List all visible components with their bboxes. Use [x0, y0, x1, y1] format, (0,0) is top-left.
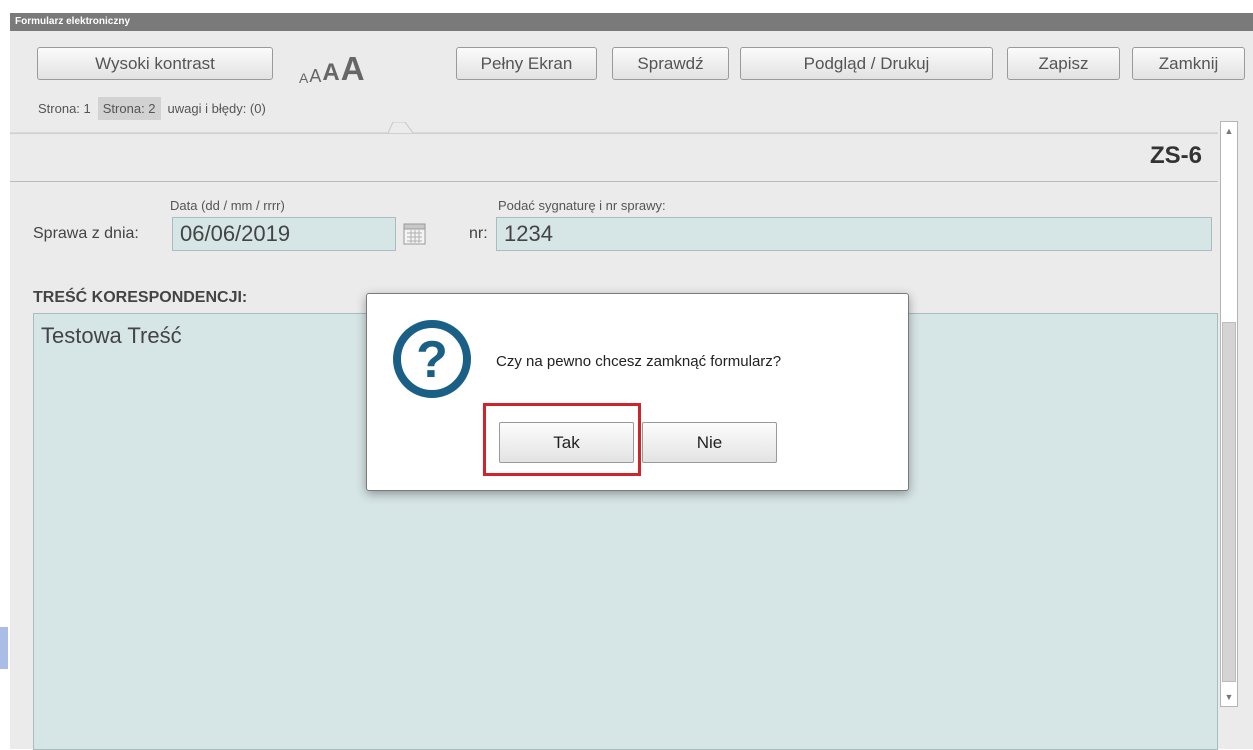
- font-size-small-button[interactable]: A: [299, 71, 308, 85]
- tab-page-2[interactable]: Strona: 2: [97, 97, 161, 120]
- no-button[interactable]: Nie: [642, 422, 777, 463]
- font-size-xlarge-button[interactable]: A: [341, 52, 365, 85]
- yes-button-highlight: [483, 403, 641, 476]
- nr-label: nr:: [469, 225, 488, 242]
- signature-hint: Podać sygnaturę i nr sprawy:: [498, 198, 666, 213]
- tab-page-1[interactable]: Strona: 1: [33, 97, 96, 120]
- left-edge-marker: [0, 627, 8, 669]
- case-date-field[interactable]: 06/06/2019: [172, 217, 396, 251]
- form-code: ZS-6: [1149, 142, 1202, 169]
- case-date-label: Sprawa z dnia:: [33, 225, 139, 242]
- scroll-up-icon[interactable]: ▲: [1222, 124, 1236, 138]
- calendar-icon[interactable]: [403, 222, 427, 246]
- page-tabs: Strona: 1 Strona: 2 uwagi i błędy: (0): [33, 97, 273, 120]
- font-size-medium-button[interactable]: A: [309, 67, 321, 85]
- content-heading: TREŚĆ KORESPONDENCJI:: [33, 289, 248, 306]
- vertical-scrollbar[interactable]: ▲ ▼: [1220, 121, 1238, 707]
- font-size-large-button[interactable]: A: [322, 61, 339, 85]
- fullscreen-button[interactable]: Pełny Ekran: [456, 47, 597, 80]
- save-button[interactable]: Zapisz: [1007, 47, 1120, 80]
- window-title: Formularz elektroniczny: [15, 16, 131, 27]
- dialog-message: Czy na pewno chcesz zamknąć formularz?: [496, 353, 782, 370]
- tab-notes-errors[interactable]: uwagi i błędy: (0): [162, 97, 271, 120]
- question-icon: ?: [393, 320, 471, 398]
- header-divider: [10, 181, 1218, 182]
- close-button[interactable]: Zamknij: [1132, 47, 1245, 80]
- check-button[interactable]: Sprawdź: [612, 47, 729, 80]
- window-titlebar: Formularz elektroniczny: [10, 13, 1253, 31]
- svg-text:?: ?: [416, 331, 448, 389]
- scroll-down-icon[interactable]: ▼: [1222, 690, 1236, 704]
- font-size-selector: A A A A: [299, 41, 366, 85]
- preview-print-button[interactable]: Podgląd / Drukuj: [740, 47, 993, 80]
- confirm-close-dialog: ? Czy na pewno chcesz zamknąć formularz?…: [366, 293, 909, 491]
- case-number-field[interactable]: 1234: [496, 217, 1212, 251]
- scroll-thumb[interactable]: [1222, 322, 1236, 682]
- high-contrast-button[interactable]: Wysoki kontrast: [37, 47, 273, 80]
- date-format-hint: Data (dd / mm / rrrr): [170, 198, 285, 213]
